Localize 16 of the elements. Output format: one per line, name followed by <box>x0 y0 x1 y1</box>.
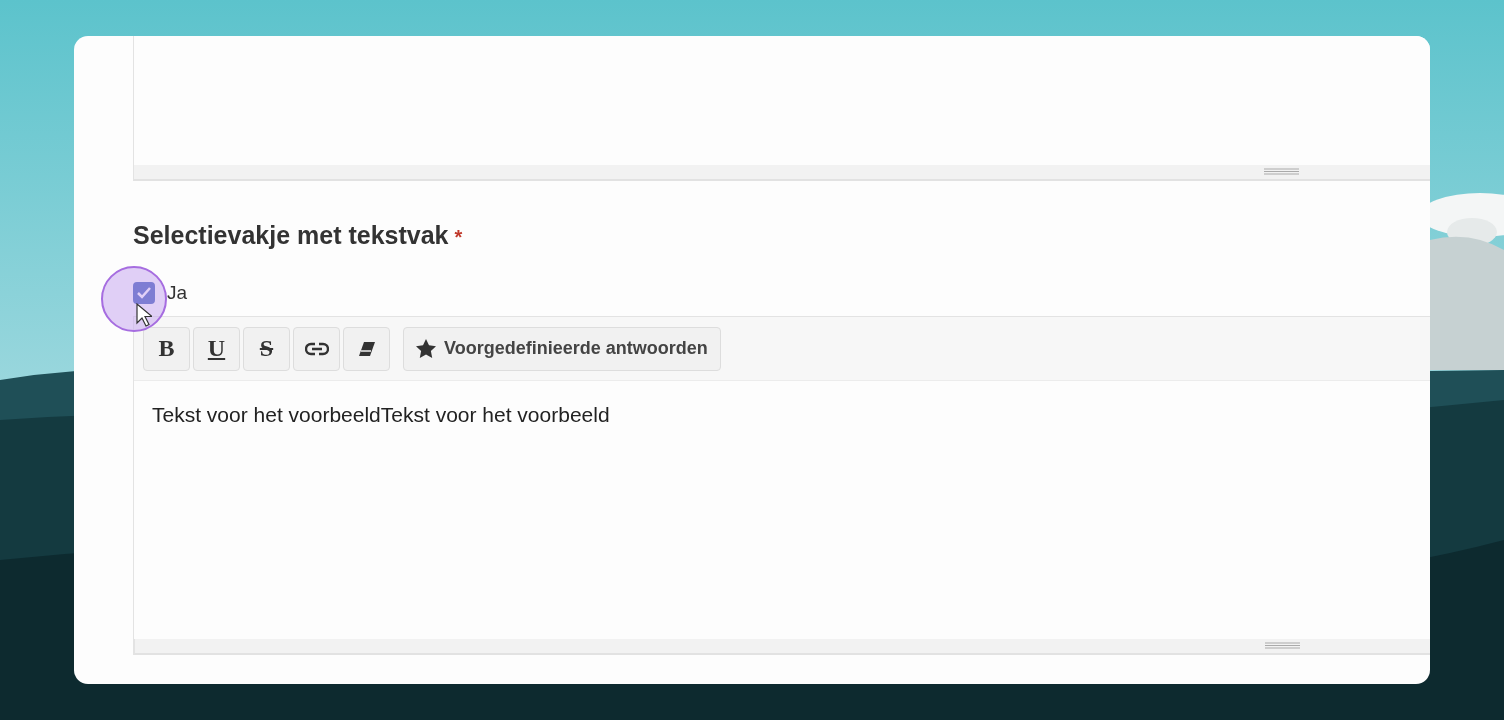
clear-format-button[interactable] <box>343 326 390 371</box>
link-button[interactable] <box>293 326 340 371</box>
question-label: Selectievakje met tekstvak <box>133 221 449 250</box>
strike-button[interactable]: S <box>243 326 290 371</box>
predefined-answers-button[interactable]: Voorgedefinieerde antwoorden <box>403 326 721 371</box>
link-icon <box>304 341 329 356</box>
resize-handle[interactable] <box>1265 642 1300 649</box>
eraser-icon <box>357 340 376 357</box>
star-icon <box>416 339 436 358</box>
required-mark: * <box>454 226 463 249</box>
resize-handle[interactable] <box>1264 168 1299 175</box>
underline-button[interactable]: U <box>193 326 240 371</box>
checkbox[interactable] <box>133 282 155 304</box>
bold-button[interactable]: B <box>143 326 190 371</box>
checkbox-label: Ja <box>167 282 188 304</box>
check-icon <box>137 287 151 299</box>
